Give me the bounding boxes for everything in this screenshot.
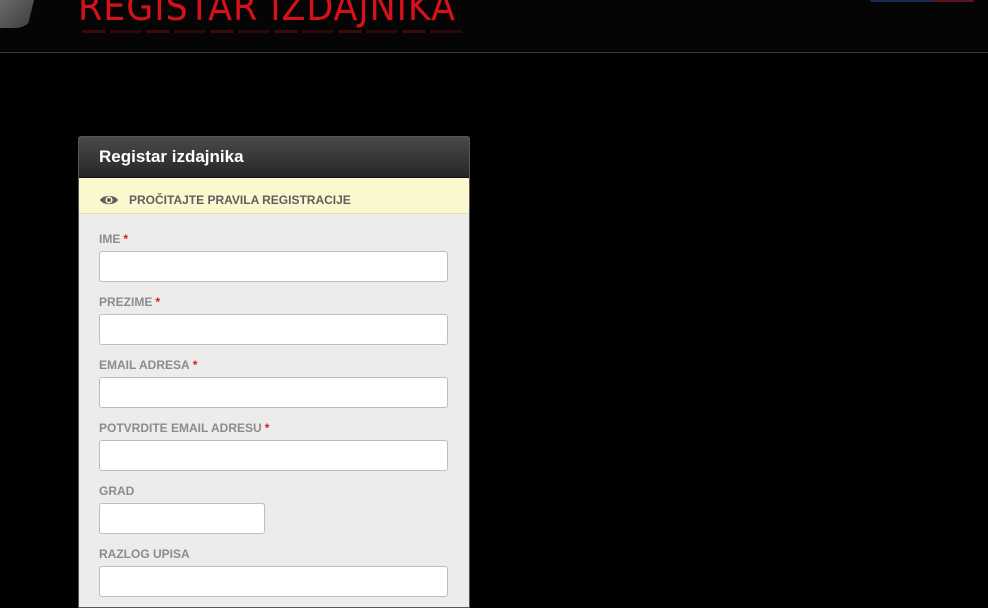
registration-rules-link[interactable]: PROČITAJTE PRAVILA REGISTRACIJE [79,178,469,214]
reason-label: RAZLOG UPISA [99,547,469,566]
field-reason: RAZLOG UPISA [99,547,469,597]
field-confirm-email: POTVRDITE EMAIL ADRESU * [99,421,469,471]
reason-input[interactable] [99,566,448,597]
email-input[interactable] [99,377,448,408]
registration-form: IME * PREZIME * EMAIL ADRESA * POTVRDITE EM… [79,214,469,597]
first-name-label-text: IME [99,232,121,246]
field-city: GRAD [99,484,469,534]
site-tagline-strip [82,30,462,33]
required-marker: * [192,358,198,372]
city-label: GRAD [99,484,469,503]
city-label-text: GRAD [99,484,135,498]
site-title[interactable]: REGISTAR IZDAJNIKA [78,0,456,26]
confirm-email-label: POTVRDITE EMAIL ADRESU * [99,421,469,440]
email-label: EMAIL ADRESA * [99,358,469,377]
top-right-link[interactable] [870,0,974,2]
first-name-input[interactable] [99,251,448,282]
required-marker: * [123,232,129,246]
email-label-text: EMAIL ADRESA [99,358,190,372]
first-name-label: IME * [99,232,469,251]
field-last-name: PREZIME * [99,295,469,345]
last-name-input[interactable] [99,314,448,345]
last-name-label: PREZIME * [99,295,469,314]
eye-icon [100,195,118,205]
city-input[interactable] [99,503,265,534]
required-marker: * [264,421,270,435]
panel-title: Registar izdajnika [99,147,244,166]
registration-rules-text: PROČITAJTE PRAVILA REGISTRACIJE [129,192,351,207]
reason-label-text: RAZLOG UPISA [99,547,190,561]
confirm-email-input[interactable] [99,440,448,471]
required-marker: * [155,295,161,309]
last-name-label-text: PREZIME [99,295,153,309]
field-email: EMAIL ADRESA * [99,358,469,408]
confirm-email-label-text: POTVRDITE EMAIL ADRESU [99,421,262,435]
logo-shape[interactable] [0,0,34,28]
registration-panel: Registar izdajnika PROČITAJTE PRAVILA RE… [78,136,470,608]
panel-header: Registar izdajnika [79,137,469,178]
field-first-name: IME * [99,232,469,282]
site-header: REGISTAR IZDAJNIKA [0,0,988,53]
